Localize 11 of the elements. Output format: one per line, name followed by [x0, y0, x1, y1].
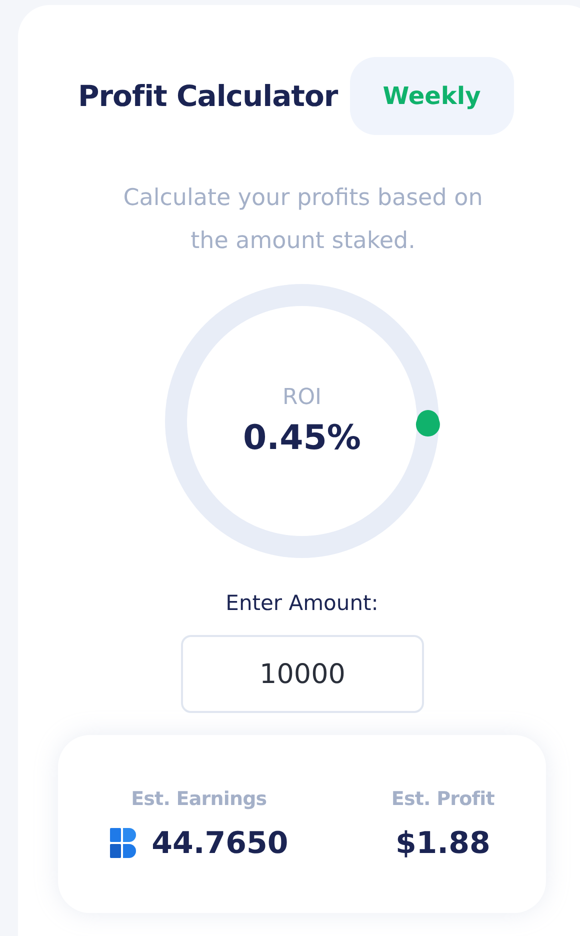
result-value: $1.88 — [395, 826, 490, 860]
result-label: Est. Earnings — [131, 788, 267, 810]
roi-label: ROI — [282, 384, 322, 410]
amount-field[interactable]: 10000 — [181, 635, 424, 713]
result-label: Est. Profit — [391, 788, 494, 810]
result-value: 44.7650 — [152, 826, 288, 860]
amount-label: Enter Amount: — [224, 591, 380, 615]
description-text: Calculate your profits based on the amount staked. — [122, 184, 484, 256]
card-title: Profit Calculator — [78, 79, 338, 113]
roi-value: 0.45% — [243, 418, 361, 458]
token-icon — [110, 828, 136, 858]
